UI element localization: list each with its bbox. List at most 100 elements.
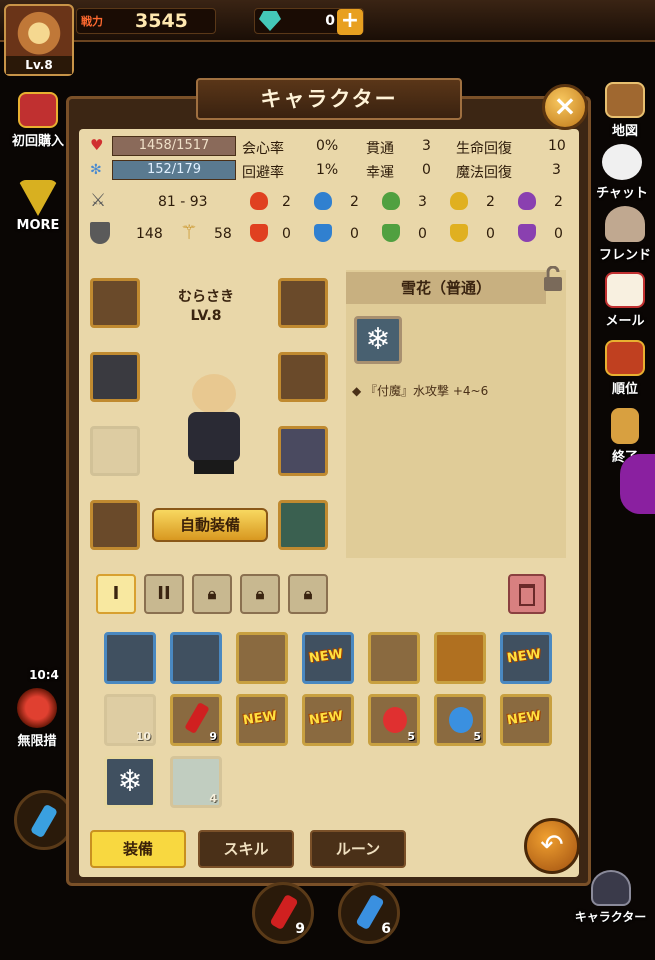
shoulder-slot[interactable] xyxy=(90,352,140,402)
endless-button[interactable]: 無限措 xyxy=(4,688,70,749)
event-icon[interactable] xyxy=(620,454,655,514)
inventory-item[interactable]: 5 xyxy=(368,694,420,746)
close-button[interactable]: × xyxy=(542,84,588,130)
potion-shortcut[interactable] xyxy=(14,790,74,850)
fire-resist-icon xyxy=(250,224,268,242)
gloves-slot[interactable] xyxy=(278,426,328,476)
luck-value: 0 xyxy=(422,162,431,178)
inventory-grid: NEW NEW 10 9 NEW NEW 5 5 NEW ❄ 4 xyxy=(96,626,562,812)
water-resist-value: 0 xyxy=(350,226,359,242)
ring-slot[interactable] xyxy=(278,500,328,550)
necklace-slot[interactable] xyxy=(90,500,140,550)
inventory-item[interactable] xyxy=(434,632,486,684)
inventory-item[interactable] xyxy=(104,632,156,684)
tab-locked-5[interactable]: 🔒︎ xyxy=(288,574,328,614)
rank-button[interactable]: 順位 xyxy=(596,340,654,397)
inventory-item[interactable]: NEW xyxy=(302,694,354,746)
character-menu-label: キャラクター xyxy=(574,910,647,924)
crit-label: 会心率 xyxy=(242,141,284,157)
blue-potion-icon xyxy=(29,803,59,839)
character-sprite xyxy=(174,368,254,478)
red-potion-quickslot[interactable]: 9 xyxy=(252,882,314,944)
inventory-item[interactable]: 4 xyxy=(170,756,222,808)
tab-equip[interactable]: 装備 xyxy=(90,830,186,868)
inventory-item[interactable]: 9 xyxy=(170,694,222,746)
map-button[interactable]: 地図 xyxy=(598,82,652,139)
inventory-item[interactable] xyxy=(170,632,222,684)
light-resist-value: 0 xyxy=(486,226,495,242)
blue-potion-icon xyxy=(355,893,385,931)
new-badge: NEW xyxy=(308,646,344,667)
inventory-item[interactable]: NEW xyxy=(302,632,354,684)
water-attack-value: 2 xyxy=(350,194,359,210)
hp-bar: 1458/1517 xyxy=(112,136,236,156)
endless-label: 無限措 xyxy=(17,734,57,749)
pierce-value: 3 xyxy=(422,138,431,154)
add-gem-button[interactable]: + xyxy=(337,9,363,35)
lock-icon: 🔒︎ xyxy=(255,584,265,603)
water-resist-icon xyxy=(314,224,332,242)
item-quantity: 9 xyxy=(209,730,217,743)
tab-1[interactable]: I xyxy=(96,574,136,614)
chat-button[interactable]: チャット xyxy=(590,144,654,201)
inventory-item[interactable]: 5 xyxy=(434,694,486,746)
return-arrow-icon: ↶ xyxy=(540,828,564,861)
inventory-item[interactable]: NEW xyxy=(500,632,552,684)
empty-slot[interactable] xyxy=(90,426,140,476)
tab-rune[interactable]: ルーン xyxy=(310,830,406,868)
friend-button[interactable]: フレンド xyxy=(594,206,655,263)
timer-text: 10:4 xyxy=(29,668,59,682)
more-button[interactable]: MORE xyxy=(6,180,70,233)
new-badge: NEW xyxy=(308,708,344,729)
player-level: Lv.8 xyxy=(6,56,72,74)
inventory-item[interactable] xyxy=(236,632,288,684)
tab-2[interactable]: II xyxy=(144,574,184,614)
pants-slot[interactable] xyxy=(278,352,328,402)
pierce-label: 貫通 xyxy=(366,141,394,157)
item-quantity: 5 xyxy=(473,730,481,743)
red-potion-icon xyxy=(184,702,210,734)
blue-potion-quickslot[interactable]: 6 xyxy=(338,882,400,944)
new-badge: NEW xyxy=(506,708,542,729)
character-name: むらさき xyxy=(178,289,234,305)
gem-display: 0 + xyxy=(254,8,364,35)
dark-attack-value: 2 xyxy=(554,194,563,210)
rank-icon xyxy=(605,340,645,376)
weapon-slot[interactable] xyxy=(90,278,140,328)
power-value: 3545 xyxy=(135,10,188,32)
tab-locked-3[interactable]: 🔒︎ xyxy=(192,574,232,614)
inventory-item[interactable]: ❄ xyxy=(104,756,156,808)
red-potion-icon xyxy=(383,707,407,733)
helmet-slot[interactable] xyxy=(278,278,328,328)
snowflake-icon: ❄ xyxy=(117,764,143,799)
more-label: MORE xyxy=(16,218,60,233)
power-label: 戦力 xyxy=(81,15,103,28)
fire-attack-value: 2 xyxy=(282,194,291,210)
gem-value: 0 xyxy=(325,13,335,29)
chat-label: チャット xyxy=(596,186,648,201)
item-quantity: 4 xyxy=(209,792,217,805)
hp-heart-icon: ♥ xyxy=(90,136,104,154)
inventory-item[interactable] xyxy=(368,632,420,684)
new-badge: NEW xyxy=(506,646,542,667)
inventory-item[interactable]: NEW xyxy=(500,694,552,746)
mail-button[interactable]: メール xyxy=(596,272,654,329)
item-detail-panel: 雪花（普通） ❄ ◆ 『付魔』水攻撃 +4~6 xyxy=(346,266,566,558)
attack-value: 81 - 93 xyxy=(158,194,208,210)
item-attribute: ◆ 『付魔』水攻撃 +4~6 xyxy=(352,384,489,398)
first-purchase-button[interactable]: 初回購入 xyxy=(8,92,68,149)
inventory-item[interactable]: NEW xyxy=(236,694,288,746)
auto-equip-button[interactable]: 自動装備 xyxy=(152,508,268,542)
player-avatar[interactable]: Lv.8 xyxy=(4,4,74,76)
trash-button[interactable] xyxy=(508,574,546,614)
tab-skill[interactable]: スキル xyxy=(198,830,294,868)
dark-attack-icon xyxy=(518,192,536,210)
mail-icon xyxy=(605,272,645,308)
power-display: 戦力 3545 xyxy=(76,8,216,34)
return-button[interactable]: ↶ xyxy=(524,818,580,874)
unlock-icon[interactable] xyxy=(542,266,564,292)
mp-regen-value: 3 xyxy=(552,162,561,178)
inventory-item[interactable]: 10 xyxy=(104,694,156,746)
defense-value: 148 xyxy=(136,226,163,242)
tab-locked-4[interactable]: 🔒︎ xyxy=(240,574,280,614)
